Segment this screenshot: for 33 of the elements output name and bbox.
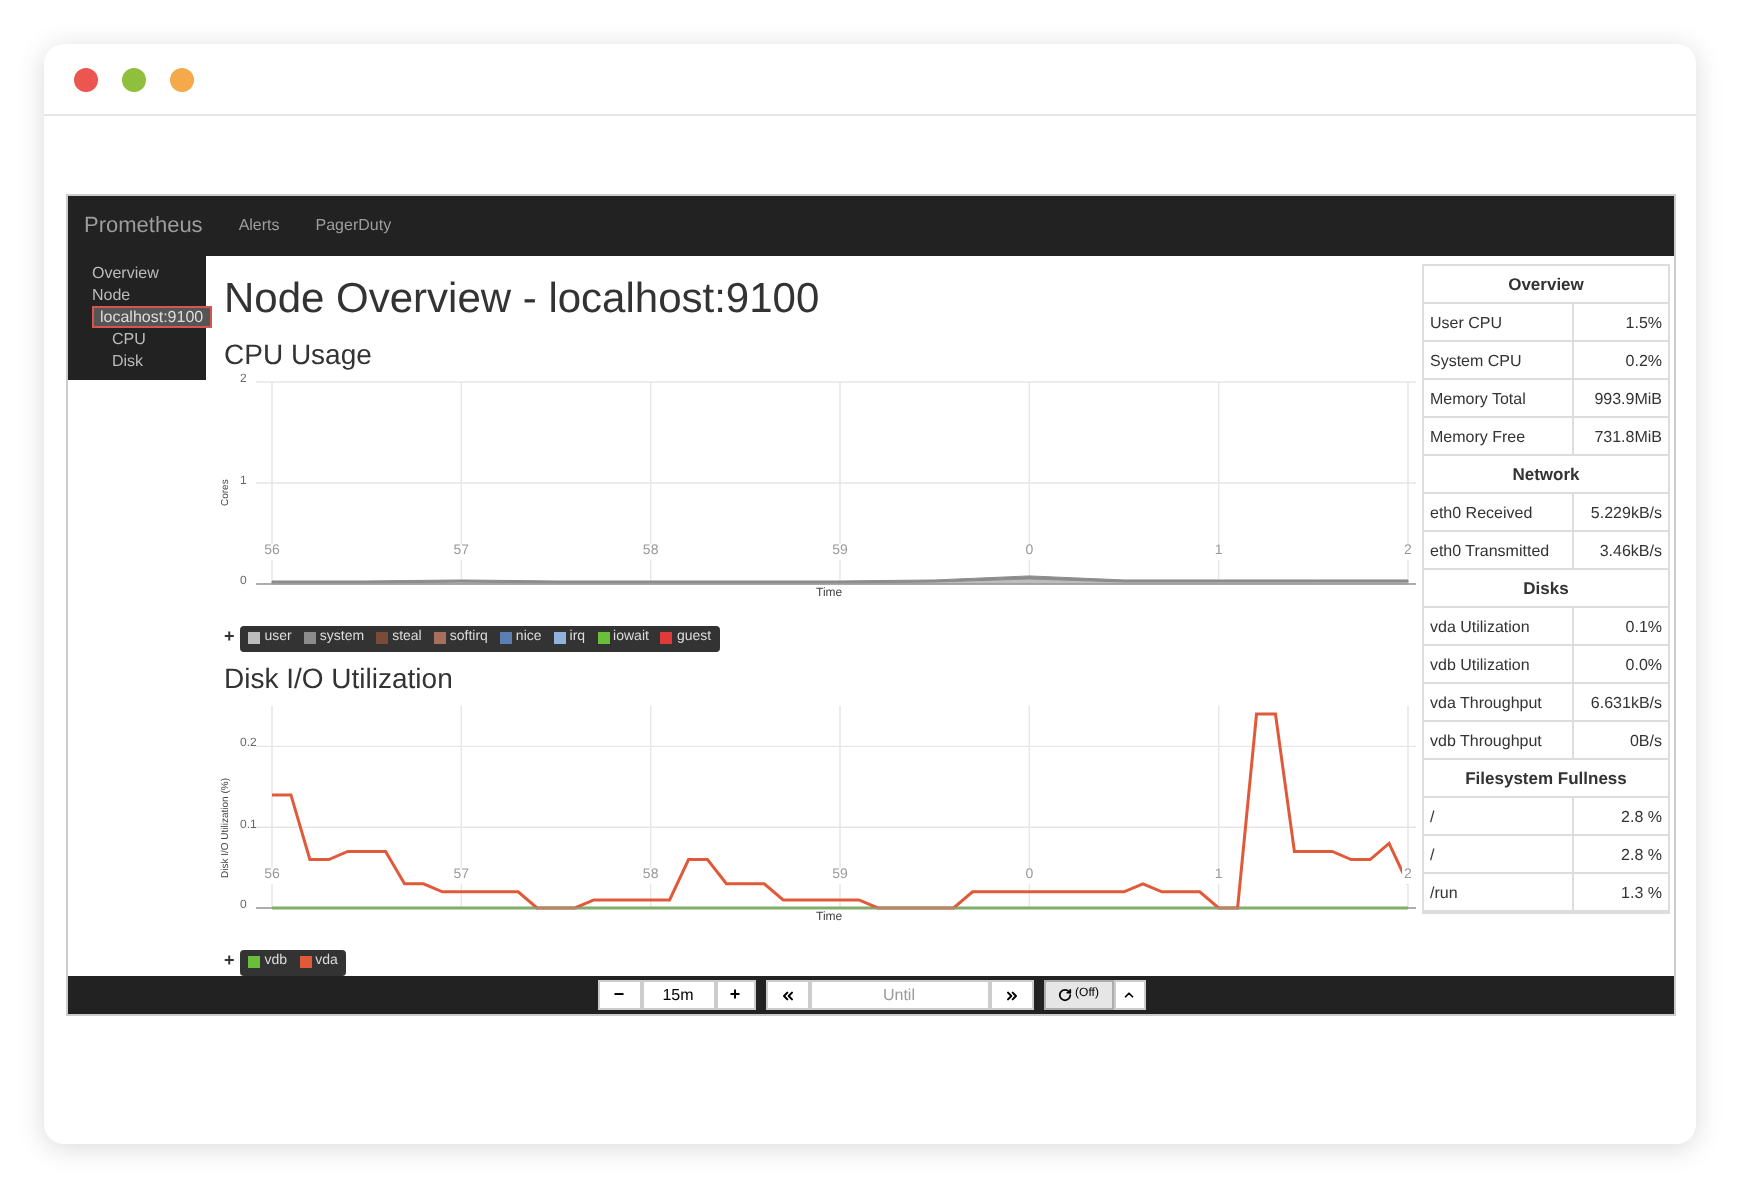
table-cell-text: 731.8MiB bbox=[1592, 426, 1664, 450]
table-cell: /run bbox=[1424, 874, 1574, 910]
table-cell: vda Throughput bbox=[1424, 684, 1574, 720]
table-cell: / bbox=[1424, 836, 1574, 872]
page-title: Node Overview - localhost:9100 bbox=[224, 276, 822, 324]
table-section-heading: Filesystem Fullness bbox=[1424, 760, 1668, 798]
table-cell-text: 993.9MiB bbox=[1592, 388, 1664, 412]
table-cell: System CPU bbox=[1424, 342, 1574, 378]
table-cell: vdb Throughput bbox=[1424, 722, 1574, 758]
table-cell-text: 2.8 % bbox=[1619, 844, 1664, 868]
table-cell-text: 5.229kB/s bbox=[1588, 502, 1664, 526]
table-cell-text: 3.46kB/s bbox=[1597, 540, 1664, 564]
table-section-heading: Disks bbox=[1424, 570, 1668, 608]
table-cell: vdb Utilization bbox=[1424, 646, 1574, 682]
table-section-heading: Network bbox=[1424, 456, 1668, 494]
table-section-heading: Overview bbox=[1424, 266, 1668, 304]
table-cell-text: 0B/s bbox=[1627, 730, 1664, 754]
table-cell: vda Utilization bbox=[1424, 608, 1574, 644]
table-cell: Memory Total bbox=[1424, 380, 1574, 416]
table-cell-text: 6.631kB/s bbox=[1588, 692, 1664, 716]
table-cell: Memory Free bbox=[1424, 418, 1574, 454]
section-heading: Disk I/O Utilization bbox=[224, 660, 455, 696]
table-cell-text: 0.0% bbox=[1623, 654, 1664, 678]
table-cell-text: 1.3 % bbox=[1619, 882, 1664, 906]
table-cell: / bbox=[1424, 798, 1574, 834]
table-cell-text: 0.2% bbox=[1623, 350, 1664, 374]
section-heading: CPU Usage bbox=[224, 336, 374, 372]
table-cell: eth0 Received bbox=[1424, 494, 1574, 530]
table-cell: User CPU bbox=[1424, 304, 1574, 340]
table-cell-text: 2.8 % bbox=[1619, 806, 1664, 830]
table-cell-text: 0.1% bbox=[1623, 616, 1664, 640]
table-cell-text: 1.5% bbox=[1623, 312, 1664, 336]
table-cell: eth0 Transmitted bbox=[1424, 532, 1574, 568]
